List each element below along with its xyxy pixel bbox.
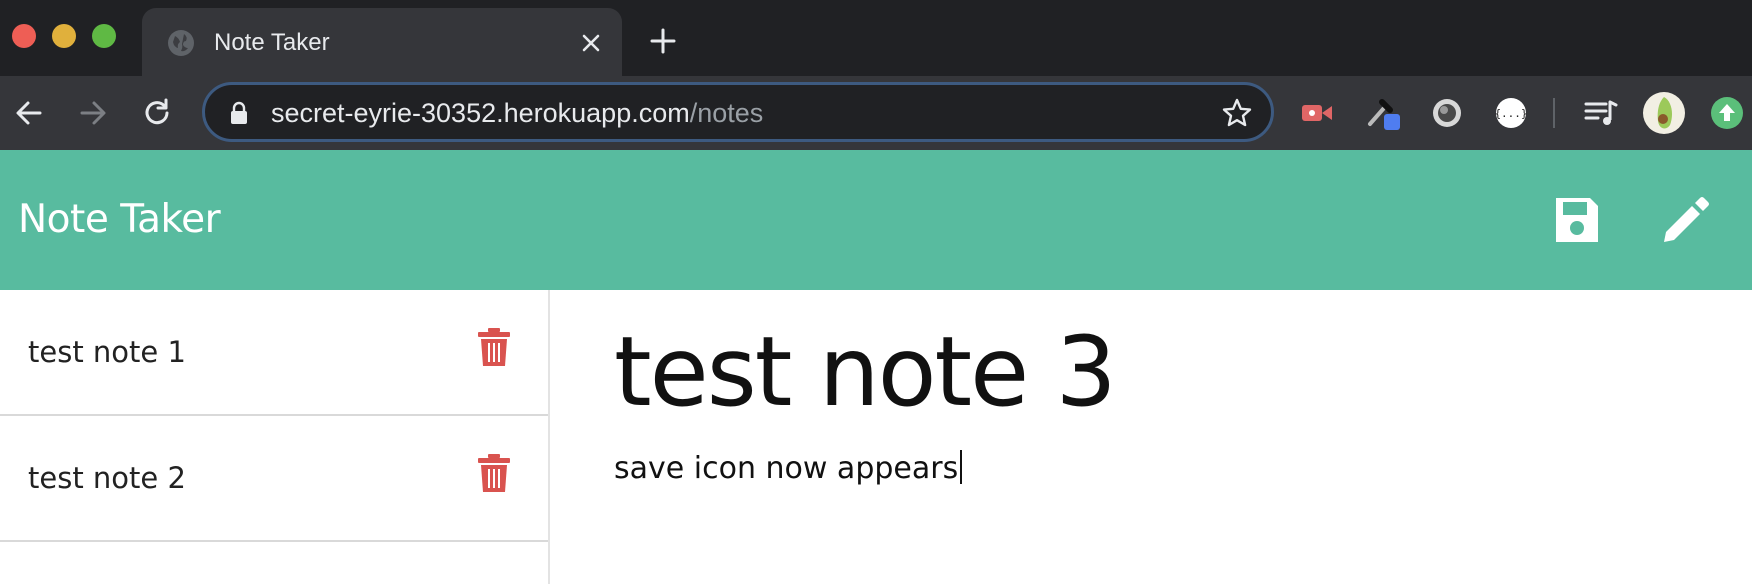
window-minimize-button[interactable] — [52, 24, 76, 48]
text-caret — [960, 450, 963, 484]
close-icon[interactable] — [578, 30, 604, 56]
note-text: save icon now appears — [614, 451, 959, 486]
globe-icon — [168, 30, 194, 56]
url-text: secret-eyrie-30352.herokuapp.com/notes — [271, 98, 763, 128]
browser-toolbar: secret-eyrie-30352.herokuapp.com/notes {… — [0, 76, 1752, 150]
save-icon[interactable] — [1552, 194, 1602, 246]
reload-icon[interactable] — [140, 96, 174, 130]
address-bar[interactable]: secret-eyrie-30352.herokuapp.com/notes — [202, 82, 1274, 142]
browser-tabstrip: Note Taker — [0, 0, 1752, 76]
note-list: test note 1 test note 2 — [0, 290, 550, 584]
browser-tab[interactable]: Note Taker — [142, 8, 622, 76]
eyedropper-extension-icon[interactable] — [1364, 94, 1402, 132]
json-extension-icon[interactable]: {...} — [1492, 94, 1530, 132]
window-close-button[interactable] — [12, 24, 36, 48]
note-text-area[interactable]: save icon now appears — [614, 450, 963, 487]
plus-icon[interactable] — [648, 26, 678, 56]
media-queue-icon[interactable] — [1582, 94, 1620, 132]
list-item[interactable]: test note 1 — [0, 290, 548, 416]
lens-extension-icon[interactable] — [1428, 94, 1466, 132]
note-title: test note 2 — [28, 461, 186, 495]
window-maximize-button[interactable] — [92, 24, 116, 48]
back-arrow-icon[interactable] — [12, 96, 46, 130]
url-path: /notes — [689, 98, 764, 128]
url-host: secret-eyrie-30352.herokuapp.com — [271, 98, 690, 128]
app-title[interactable]: Note Taker — [18, 198, 221, 242]
trash-icon[interactable] — [478, 454, 510, 492]
note-title: test note 1 — [28, 335, 186, 369]
trash-icon[interactable] — [478, 328, 510, 366]
tab-title: Note Taker — [214, 29, 330, 56]
star-icon[interactable] — [1221, 97, 1253, 129]
list-item[interactable]: test note 2 — [0, 416, 548, 542]
note-title-input[interactable]: test note 3 — [614, 312, 1117, 432]
update-icon[interactable] — [1710, 96, 1744, 130]
record-extension-icon[interactable] — [1298, 94, 1336, 132]
svg-text:{...}: {...} — [1494, 107, 1527, 120]
app-header: Note Taker — [0, 150, 1752, 290]
profile-avatar-icon[interactable] — [1642, 91, 1686, 135]
lock-icon[interactable] — [229, 101, 249, 125]
toolbar-divider — [1553, 98, 1555, 128]
forward-arrow-icon[interactable] — [76, 96, 110, 130]
note-editor: test note 3 save icon now appears — [552, 290, 1752, 584]
pencil-icon[interactable] — [1660, 194, 1710, 246]
